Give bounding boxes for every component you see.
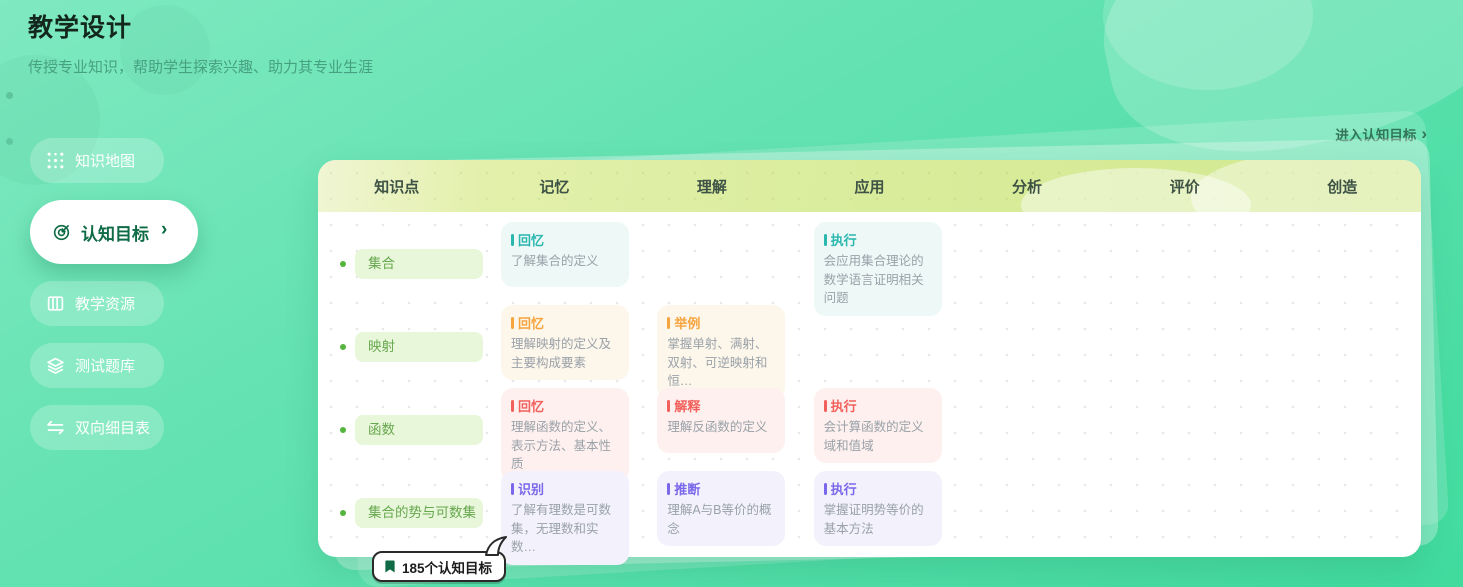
column-header-4: 分析 (948, 176, 1106, 197)
tag-bar (511, 234, 514, 246)
objective-tag: 执行 (824, 479, 932, 498)
bullet-dot (340, 344, 346, 350)
objective-text: 了解集合的定义 (511, 252, 619, 271)
bullet-dot (340, 510, 346, 516)
badge-tail-curl (484, 536, 508, 559)
decorative-circle (120, 5, 210, 95)
tag-bar (824, 400, 827, 412)
knowledge-point-cell: 集合的势与可数集 (318, 461, 483, 565)
cell-col-6 (1265, 461, 1421, 565)
sidebar-item-label: 教学资源 (75, 293, 135, 314)
objective-card[interactable]: 解释 理解反函数的定义 (657, 388, 785, 453)
table-row: 集合 回忆 了解集合的定义 执行 会应用集合理论的数学语言证明相关问题 (318, 212, 1421, 295)
column-header-0: 知识点 (318, 176, 476, 197)
table-header: 知识点记忆理解应用分析评价创造 (318, 160, 1421, 212)
tag-bar (511, 400, 514, 412)
objective-text: 理解A与B等价的概念 (667, 501, 775, 538)
sidebar: 知识地图 认知目标 › 教学资源 测试题库 双向细目表 (30, 138, 240, 467)
knowledge-point-pill[interactable]: 集合的势与可数集 (355, 498, 483, 528)
objective-card[interactable]: 推断 理解A与B等价的概念 (657, 471, 785, 546)
sidebar-item-test-bank[interactable]: 测试题库 (30, 343, 164, 388)
sidebar-item-cognitive-goals[interactable]: 认知目标 › (30, 200, 198, 264)
objective-tag: 执行 (824, 230, 932, 249)
objective-text: 会计算函数的定义域和值域 (824, 418, 932, 455)
cell-col-5 (1108, 461, 1264, 565)
objective-tag: 举例 (667, 313, 775, 332)
column-header-2: 理解 (633, 176, 791, 197)
sidebar-item-label: 双向细目表 (75, 417, 150, 438)
tag-bar (511, 483, 514, 495)
objective-tag: 识别 (511, 479, 619, 498)
layers-icon (46, 356, 65, 375)
objective-card[interactable]: 回忆 了解集合的定义 (501, 222, 629, 287)
objective-card[interactable]: 执行 掌握证明势等价的基本方法 (814, 471, 942, 546)
objective-tag: 推断 (667, 479, 775, 498)
knowledge-point-pill[interactable]: 函数 (355, 415, 483, 445)
page-title: 教学设计 (28, 8, 132, 44)
objective-text: 理解反函数的定义 (667, 418, 775, 437)
table-row: 集合的势与可数集 识别 了解有理数是可数集，无理数和实数… 推断 理解A与B等价… (318, 461, 1421, 544)
objective-text: 了解有理数是可数集，无理数和实数… (511, 501, 619, 557)
cell-col-3: 执行 掌握证明势等价的基本方法 (796, 461, 952, 565)
bookshelf-icon (46, 294, 65, 313)
sidebar-item-label: 测试题库 (75, 355, 135, 376)
tag-bar (667, 483, 670, 495)
target-icon (52, 223, 71, 242)
objective-tag: 回忆 (511, 396, 619, 415)
map-grid-icon (46, 151, 65, 170)
goal-count-badge[interactable]: 185个认知目标 (372, 551, 506, 582)
table-row: 映射 回忆 理解映射的定义及主要构成要素 举例 掌握单射、满射、双射、可逆映射和… (318, 295, 1421, 378)
tag-bar (511, 317, 514, 329)
column-header-6: 创造 (1263, 176, 1421, 197)
sidebar-item-teaching-resources[interactable]: 教学资源 (30, 281, 164, 326)
goal-count-label: 185个认知目标 (402, 557, 492, 577)
sidebar-item-label: 认知目标 (81, 220, 149, 245)
cell-col-4 (952, 461, 1108, 565)
tag-bar (667, 400, 670, 412)
swap-arrows-icon (46, 418, 65, 437)
decorative-dot (6, 138, 13, 145)
objective-text: 理解映射的定义及主要构成要素 (511, 335, 619, 372)
cell-col-2: 推断 理解A与B等价的概念 (639, 461, 795, 565)
column-header-5: 评价 (1106, 176, 1264, 197)
column-header-3: 应用 (791, 176, 949, 197)
sidebar-item-label: 知识地图 (75, 150, 135, 171)
page-subtitle: 传授专业知识，帮助学生探索兴趣、助力其专业生涯 (28, 56, 373, 77)
tag-bar (667, 317, 670, 329)
table-row: 函数 回忆 理解函数的定义、表示方法、基本性质 解释 理解反函数的定义 执行 会… (318, 378, 1421, 461)
objective-text: 掌握证明势等价的基本方法 (824, 501, 932, 538)
objective-tag: 回忆 (511, 230, 619, 249)
objective-card[interactable]: 识别 了解有理数是可数集，无理数和实数… (501, 471, 629, 565)
cognitive-goals-table: 知识点记忆理解应用分析评价创造 集合 回忆 了解集合的定义 执行 会应用集合理论… (318, 160, 1421, 557)
knowledge-point-pill[interactable]: 集合 (355, 249, 483, 279)
knowledge-point-pill[interactable]: 映射 (355, 332, 483, 362)
bullet-dot (340, 261, 346, 267)
teaching-design-page: 教学设计 传授专业知识，帮助学生探索兴趣、助力其专业生涯 进入认知目标 › 知识… (0, 0, 1463, 587)
tag-bar (824, 483, 827, 495)
objective-tag: 执行 (824, 396, 932, 415)
objective-tag: 回忆 (511, 313, 619, 332)
column-header-1: 记忆 (476, 176, 634, 197)
sidebar-item-two-way-table[interactable]: 双向细目表 (30, 405, 164, 450)
bookmark-icon (384, 559, 396, 574)
objective-tag: 解释 (667, 396, 775, 415)
chevron-right-icon: › (161, 219, 167, 241)
bullet-dot (340, 427, 346, 433)
objective-card[interactable]: 回忆 理解映射的定义及主要构成要素 (501, 305, 629, 380)
objective-card[interactable]: 执行 会计算函数的定义域和值域 (814, 388, 942, 463)
decorative-dot (6, 92, 13, 99)
tag-bar (824, 234, 827, 246)
table-body: 集合 回忆 了解集合的定义 执行 会应用集合理论的数学语言证明相关问题 映射 回… (318, 212, 1421, 544)
sidebar-item-knowledge-map[interactable]: 知识地图 (30, 138, 164, 183)
